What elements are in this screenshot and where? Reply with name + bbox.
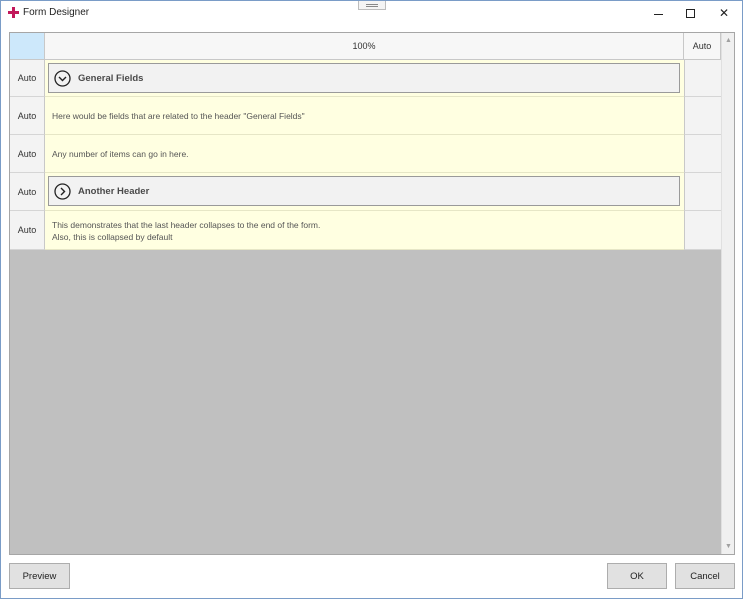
row-header[interactable]: Auto — [10, 211, 45, 250]
grid-cell[interactable]: Another Header — [45, 173, 684, 211]
section-header-general-fields[interactable]: General Fields — [48, 63, 680, 93]
cancel-button[interactable]: Cancel — [675, 563, 735, 589]
grid-cell[interactable]: General Fields — [45, 60, 684, 97]
title-bar[interactable]: Form Designer ✕ — [1, 1, 742, 25]
content-text: Also, this is collapsed by default — [52, 232, 173, 242]
grid-cell[interactable]: This demonstrates that the last header c… — [45, 211, 684, 250]
row-header[interactable]: Auto — [10, 135, 45, 173]
maximize-icon — [685, 8, 695, 18]
content-text: This demonstrates that the last header c… — [52, 220, 321, 230]
form-designer-window: Form Designer ✕ 100% Auto Auto General F… — [0, 0, 743, 599]
column-header-auto[interactable]: Auto — [684, 33, 721, 60]
content-text: Any number of items can go in here. — [52, 149, 189, 159]
vertical-scrollbar[interactable]: ▲ ▼ — [721, 33, 734, 554]
resize-grip-icon[interactable] — [358, 1, 386, 10]
row-header[interactable]: Auto — [10, 173, 45, 211]
scroll-down-icon[interactable]: ▼ — [725, 543, 732, 550]
scroll-up-icon[interactable]: ▲ — [725, 37, 732, 44]
section-header-another-header[interactable]: Another Header — [48, 176, 680, 206]
maximize-button[interactable] — [673, 1, 707, 25]
app-icon — [8, 7, 19, 18]
close-icon: ✕ — [718, 6, 730, 20]
preview-button[interactable]: Preview — [9, 563, 70, 589]
chevron-right-circle-icon[interactable] — [54, 183, 71, 200]
content-text: Here would be fields that are related to… — [52, 111, 305, 121]
grid-cell[interactable]: Any number of items can go in here. — [45, 135, 684, 173]
section-header-label: Another Header — [78, 186, 150, 197]
grid-cell-auto[interactable] — [684, 135, 721, 173]
row-header[interactable]: Auto — [10, 60, 45, 97]
row-header[interactable]: Auto — [10, 97, 45, 135]
grid-cell-auto[interactable] — [684, 60, 721, 97]
minimize-icon — [653, 13, 663, 15]
close-button[interactable]: ✕ — [707, 1, 741, 25]
grid-cell-auto[interactable] — [684, 173, 721, 211]
section-header-label: General Fields — [78, 73, 144, 84]
window-title: Form Designer — [23, 7, 90, 18]
column-header-main[interactable]: 100% — [45, 33, 684, 60]
grid-cell[interactable]: Here would be fields that are related to… — [45, 97, 684, 135]
ok-button[interactable]: OK — [607, 563, 667, 589]
grid-cell-auto[interactable] — [684, 211, 721, 250]
grid-corner-cell[interactable] — [10, 33, 45, 60]
minimize-button[interactable] — [641, 1, 675, 25]
layout-grid: 100% Auto Auto General Fields Auto Here … — [9, 32, 735, 555]
grid-cell-auto[interactable] — [684, 97, 721, 135]
chevron-down-circle-icon[interactable] — [54, 70, 71, 87]
